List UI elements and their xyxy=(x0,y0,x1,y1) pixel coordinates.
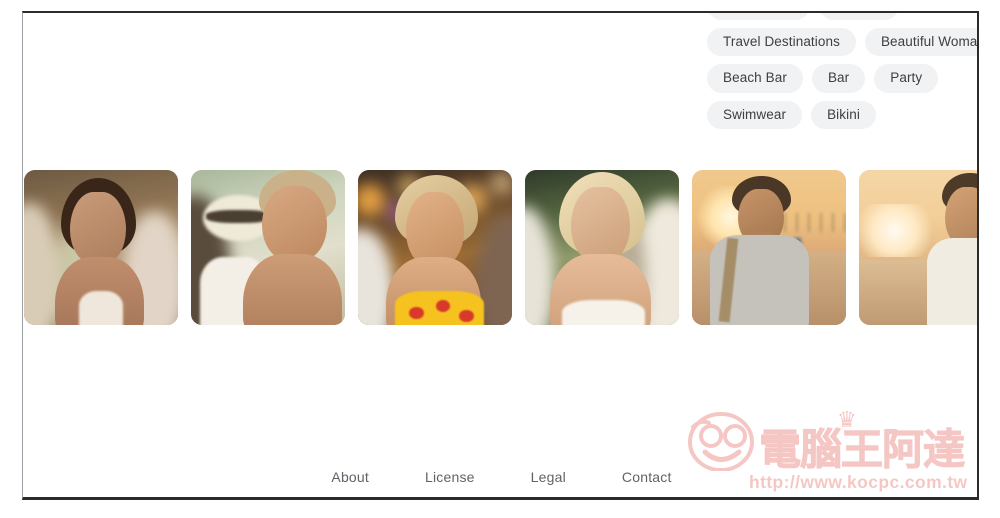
tag-pill-beach-bar[interactable]: Beach Bar xyxy=(707,64,803,93)
desktop-backdrop: Satisfaction Tourism Travel Destinations… xyxy=(0,0,1000,518)
gallery-thumbnail[interactable] xyxy=(692,170,846,325)
tag-row-1: Travel Destinations Beautiful Woman xyxy=(707,27,977,56)
tag-row-0: Satisfaction Tourism xyxy=(707,13,899,20)
thumbnail-image xyxy=(525,170,679,325)
footer-link-license[interactable]: License xyxy=(425,469,475,485)
thumbnail-image xyxy=(24,170,178,325)
thumbnail-image xyxy=(358,170,512,325)
tag-pill-satisfaction[interactable]: Satisfaction xyxy=(707,13,810,20)
gallery-thumbnail[interactable] xyxy=(191,170,345,325)
tag-pill-tourism[interactable]: Tourism xyxy=(819,13,899,20)
tag-pill-bikini[interactable]: Bikini xyxy=(811,100,876,129)
tag-row-2: Beach Bar Bar Party xyxy=(707,64,939,93)
footer-links: About License Legal Contact xyxy=(23,453,977,497)
gallery-thumbnail[interactable] xyxy=(358,170,512,325)
gallery-thumbnail[interactable] xyxy=(525,170,679,325)
tag-cloud: Satisfaction Tourism Travel Destinations… xyxy=(707,13,977,129)
tag-pill-beautiful-woman[interactable]: Beautiful Woman xyxy=(864,27,977,56)
thumbnail-image xyxy=(859,170,977,325)
crown-icon: ♛ xyxy=(837,407,857,432)
tag-pill-travel-destinations[interactable]: Travel Destinations xyxy=(707,27,856,56)
footer-link-about[interactable]: About xyxy=(331,469,369,485)
footer-link-contact[interactable]: Contact xyxy=(622,469,672,485)
gallery-thumbnail[interactable] xyxy=(859,170,977,325)
gallery-thumbnail[interactable] xyxy=(24,170,178,325)
tag-pill-bar[interactable]: Bar xyxy=(811,64,866,93)
image-gallery-strip xyxy=(24,170,977,325)
thumbnail-image xyxy=(692,170,846,325)
browser-window: Satisfaction Tourism Travel Destinations… xyxy=(22,11,979,500)
tag-row-3: Swimwear Bikini xyxy=(707,100,876,129)
tag-pill-party[interactable]: Party xyxy=(874,64,939,93)
thumbnail-image xyxy=(191,170,345,325)
page-viewport[interactable]: Satisfaction Tourism Travel Destinations… xyxy=(23,13,977,497)
footer-link-legal[interactable]: Legal xyxy=(531,469,566,485)
tag-pill-swimwear[interactable]: Swimwear xyxy=(707,100,803,129)
